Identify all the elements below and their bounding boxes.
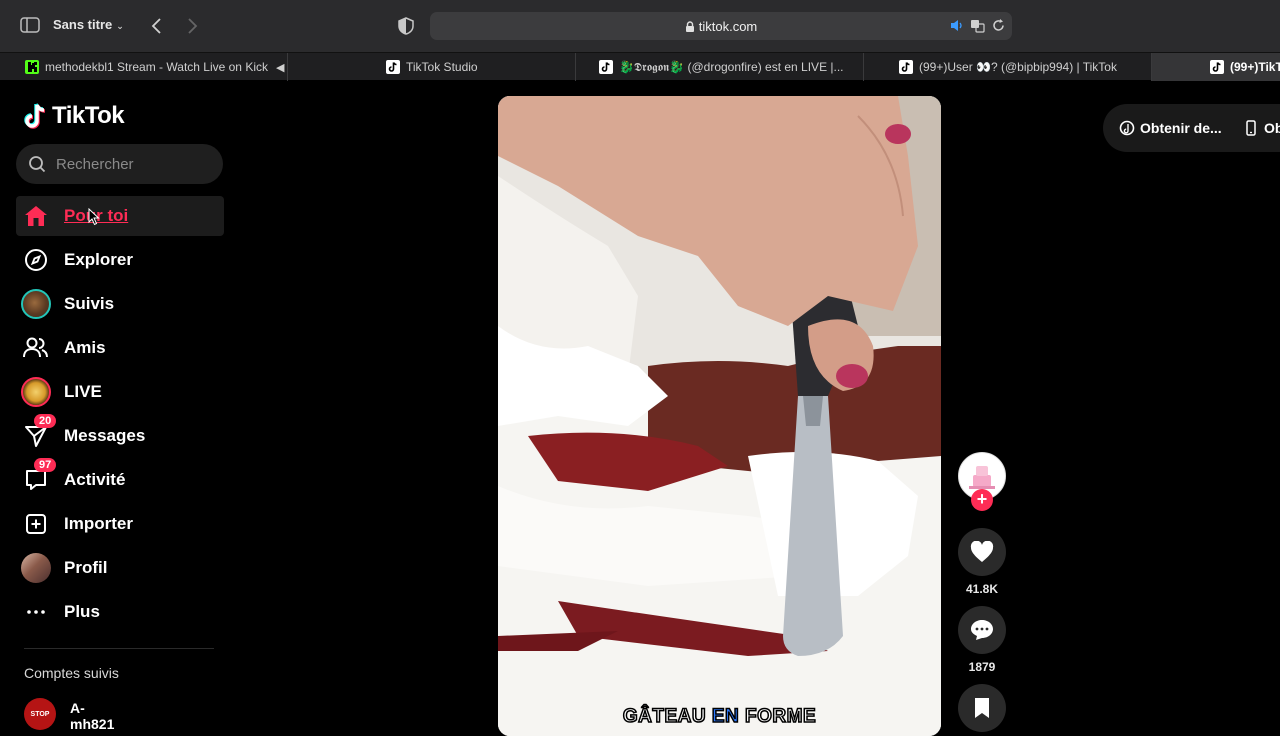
follow-plus-button[interactable]: + xyxy=(971,489,993,511)
nav-live[interactable]: LIVE xyxy=(16,372,224,412)
tab-label: methodekbl1 Stream - Watch Live on Kick xyxy=(45,60,268,74)
nav-pour-toi[interactable]: Pour toi xyxy=(16,196,224,236)
get-app-pill: Obtenir de... Obt xyxy=(1103,104,1280,152)
nav-label: Explorer xyxy=(64,250,133,269)
video-frame xyxy=(498,96,941,736)
like-button[interactable] xyxy=(958,528,1006,576)
chevron-down-icon: ⌄ xyxy=(116,21,124,31)
url-text: tiktok.com xyxy=(698,19,758,34)
tiktok-icon xyxy=(386,60,400,74)
followed-account-item[interactable]: STOP A-mh821 xyxy=(24,698,114,732)
followed-account-name: A-mh821 xyxy=(70,700,115,732)
search-input[interactable] xyxy=(56,144,216,184)
caption-text: FORME xyxy=(739,705,817,728)
nav-importer[interactable]: Importer xyxy=(16,504,224,544)
browser-toolbar: Sans titre ⌄ tiktok.com xyxy=(0,0,1280,52)
video-player[interactable]: GÂTEAU EN FORME xyxy=(498,96,941,736)
followed-accounts-title: Comptes suivis xyxy=(24,665,119,681)
tiktok-logo-icon xyxy=(24,103,46,129)
get-app-label: Obt xyxy=(1264,120,1280,136)
back-arrow-icon[interactable] xyxy=(150,16,164,36)
heart-icon xyxy=(970,541,994,562)
get-coins-label: Obtenir de... xyxy=(1140,120,1222,136)
comment-count: 1879 xyxy=(968,660,996,674)
avatar: STOP xyxy=(24,698,56,730)
tab-label: (99+)User 👀? (@bipbip994) | TikTok xyxy=(919,60,1117,74)
search-box[interactable] xyxy=(16,144,223,184)
nav-activite[interactable]: 97 Activité xyxy=(16,458,224,500)
nav-label: LIVE xyxy=(64,382,102,401)
caption-text: GÂTEAU xyxy=(622,705,712,728)
activity-badge: 97 xyxy=(34,458,57,472)
nav-profil[interactable]: Profil xyxy=(16,548,224,588)
tab-label: TikTok Studio xyxy=(406,60,478,74)
tiktok-logo-text: TikTok xyxy=(52,102,125,129)
forward-arrow-icon[interactable] xyxy=(185,16,199,36)
comment-icon xyxy=(971,620,993,640)
privacy-shield-icon[interactable] xyxy=(398,17,414,35)
profile-avatar-icon xyxy=(21,553,51,583)
window-title-label: Sans titre xyxy=(53,17,113,32)
window-title[interactable]: Sans titre ⌄ xyxy=(53,17,124,32)
tab-tiktok-studio[interactable]: TikTok Studio xyxy=(288,53,576,81)
comment-button[interactable] xyxy=(958,606,1006,654)
url-bar[interactable]: tiktok.com xyxy=(430,12,1012,40)
tab-bar: methodekbl1 Stream - Watch Live on Kick … xyxy=(0,52,1280,81)
coin-icon xyxy=(1119,120,1135,136)
nav-amis[interactable]: Amis xyxy=(16,328,224,368)
nav-label: Profil xyxy=(64,558,108,577)
following-avatar-icon xyxy=(21,289,51,319)
tiktok-logo[interactable]: TikTok xyxy=(24,102,125,130)
phone-icon xyxy=(1246,120,1256,136)
nav-suivis[interactable]: Suivis xyxy=(16,284,224,324)
tab-label: (99+)TikT xyxy=(1230,60,1280,74)
nav-label: Messages xyxy=(64,426,146,445)
bookmark-button[interactable] xyxy=(958,684,1006,732)
nav-label: Plus xyxy=(64,602,100,621)
mouse-cursor-icon xyxy=(88,208,100,226)
reload-icon[interactable] xyxy=(991,18,1006,33)
bookmark-icon xyxy=(975,698,989,718)
sidebar-divider xyxy=(24,648,214,649)
lock-icon xyxy=(685,21,694,32)
nav-plus[interactable]: Plus xyxy=(16,592,224,632)
kick-icon xyxy=(25,60,39,74)
upload-icon xyxy=(26,514,46,534)
more-icon xyxy=(27,610,45,614)
tab-kick[interactable]: methodekbl1 Stream - Watch Live on Kick … xyxy=(0,53,288,81)
avatar-logo-text: STOP xyxy=(30,710,50,718)
compass-icon xyxy=(25,249,47,271)
get-app-button[interactable]: Obt xyxy=(1243,120,1280,136)
sidebar-toggle-icon[interactable] xyxy=(20,16,40,34)
tab-bipbip[interactable]: (99+)User 👀? (@bipbip994) | TikTok xyxy=(864,53,1152,81)
nav-label: Suivis xyxy=(64,294,115,313)
nav-explorer[interactable]: Explorer xyxy=(16,240,224,280)
tiktok-icon xyxy=(899,60,913,74)
speaker-icon[interactable] xyxy=(949,18,964,33)
caption-highlight: EN xyxy=(711,705,740,728)
home-icon xyxy=(25,206,47,226)
friends-icon xyxy=(23,337,48,358)
speaker-muted-icon[interactable]: ◀ xyxy=(276,61,284,74)
nav-label: Amis xyxy=(64,338,106,357)
messages-badge: 20 xyxy=(34,414,57,428)
nav-label: Importer xyxy=(64,514,133,533)
video-caption: GÂTEAU EN FORME xyxy=(498,705,941,728)
live-icon xyxy=(21,377,51,407)
translate-icon[interactable] xyxy=(970,18,985,33)
nav-label: Activité xyxy=(64,470,126,489)
tab-label: 🐉𝕯𝖗𝖔𝖌𝖔𝖓🐉 (@drogonfire) est en LIVE |... xyxy=(619,59,844,74)
tab-drogonfire[interactable]: 🐉𝕯𝖗𝖔𝖌𝖔𝖓🐉 (@drogonfire) est en LIVE |... xyxy=(576,53,864,81)
nav-messages[interactable]: 20 Messages xyxy=(16,414,224,456)
tiktok-icon xyxy=(599,60,613,74)
search-icon xyxy=(29,156,46,173)
tiktok-icon xyxy=(1210,60,1224,74)
like-count: 41.8K xyxy=(965,582,999,596)
tab-tiktok-active[interactable]: (99+)TikT xyxy=(1152,53,1280,81)
get-coins-button[interactable]: Obtenir de... xyxy=(1119,120,1222,136)
